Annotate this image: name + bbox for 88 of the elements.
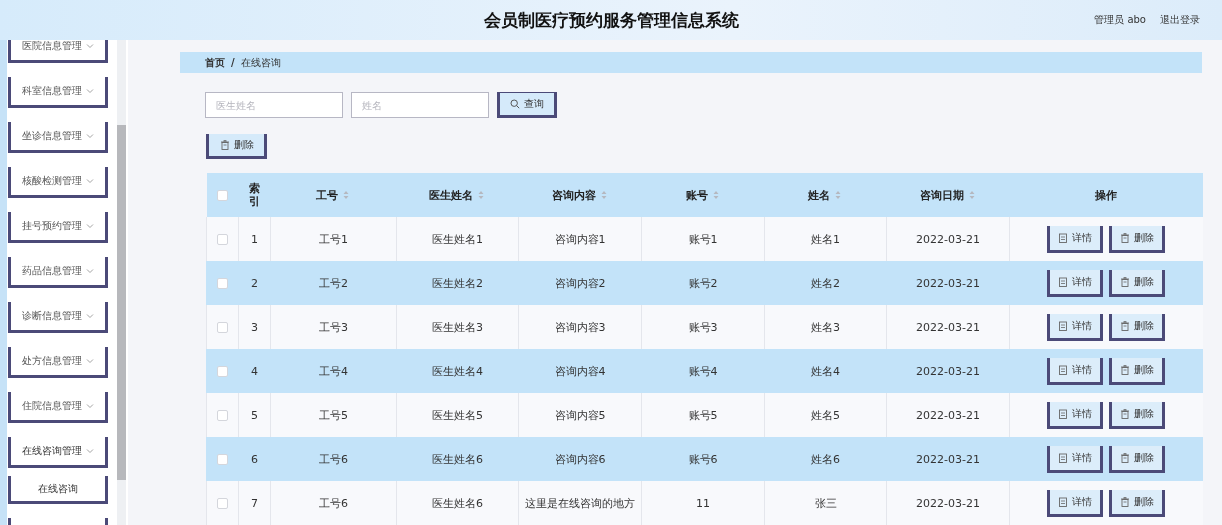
- search-button[interactable]: 查询: [497, 92, 557, 118]
- scrollbar-thumb[interactable]: [117, 125, 126, 480]
- delete-button[interactable]: 删除: [1109, 489, 1166, 517]
- checkbox[interactable]: [217, 366, 228, 377]
- delete-button[interactable]: 删除: [206, 134, 267, 159]
- chevron-icon: [84, 41, 95, 51]
- document-icon: [1058, 320, 1069, 331]
- sidebar-item[interactable]: 处方信息管理: [8, 347, 108, 378]
- sidebar-item[interactable]: 挂号预约管理: [8, 212, 108, 243]
- chevron-icon: [84, 86, 95, 96]
- table-cell: 11: [641, 481, 765, 525]
- checkbox[interactable]: [217, 498, 228, 509]
- table-cell: 2022-03-21: [886, 481, 1010, 525]
- table-cell: 这里是在线咨询的地方: [518, 481, 642, 525]
- sidebar-item[interactable]: 诊断信息管理: [8, 302, 108, 333]
- chevron-icon: [84, 176, 95, 186]
- search-field[interactable]: 姓名: [351, 92, 489, 118]
- detail-button[interactable]: 详情: [1047, 401, 1104, 429]
- document-icon: [1058, 408, 1069, 419]
- delete-button[interactable]: 删除: [1109, 269, 1166, 297]
- chevron-icon: [84, 446, 95, 456]
- checkbox[interactable]: [217, 278, 228, 289]
- column-header[interactable]: 工号: [270, 173, 397, 217]
- trash-icon: [1120, 276, 1131, 287]
- detail-button[interactable]: 详情: [1047, 225, 1104, 253]
- table-cell: 医生姓名6: [396, 481, 519, 525]
- checkbox[interactable]: [217, 234, 228, 245]
- logout-link[interactable]: 退出登录: [1160, 13, 1200, 27]
- sidebar-item[interactable]: 核酸检测管理: [8, 167, 108, 198]
- checkbox[interactable]: [217, 190, 228, 201]
- chevron-icon: [84, 266, 95, 276]
- checkbox[interactable]: [217, 322, 228, 333]
- search-field[interactable]: 医生姓名: [205, 92, 343, 118]
- chevron-icon: [84, 311, 95, 321]
- trash-icon: [219, 140, 230, 150]
- table-cell: 7: [238, 481, 271, 525]
- scrollbar[interactable]: [117, 40, 126, 525]
- delete-button[interactable]: 删除: [1109, 401, 1166, 429]
- column-header[interactable]: 账号: [641, 173, 765, 217]
- sidebar-subitem[interactable]: 在线咨询: [8, 476, 108, 504]
- document-icon: [1058, 232, 1069, 243]
- breadcrumb-separator: /: [231, 57, 235, 68]
- sort-icon: [341, 190, 351, 200]
- sort-icon: [476, 190, 486, 200]
- breadcrumb-link[interactable]: 首页: [205, 55, 225, 70]
- delete-button[interactable]: 删除: [1109, 445, 1166, 473]
- trash-icon: [1120, 364, 1131, 375]
- detail-button[interactable]: 详情: [1047, 357, 1104, 385]
- chevron-icon: [84, 131, 95, 141]
- user-label: 管理员 abo: [1094, 13, 1146, 27]
- sidebar-item[interactable]: 在线咨询管理: [8, 437, 108, 468]
- column-header[interactable]: 姓名: [764, 173, 887, 217]
- sidebar-item[interactable]: 科室信息管理: [8, 77, 108, 108]
- column-header[interactable]: 咨询日期: [886, 173, 1010, 217]
- chevron-icon: [84, 221, 95, 231]
- column-header[interactable]: 医生姓名: [396, 173, 519, 217]
- column-header: 索引: [238, 173, 271, 217]
- detail-button[interactable]: 详情: [1047, 445, 1104, 473]
- chevron-icon: [84, 356, 95, 366]
- detail-button[interactable]: 详情: [1047, 269, 1104, 297]
- document-icon: [1058, 496, 1069, 507]
- checkbox[interactable]: [217, 454, 228, 465]
- chevron-icon: [84, 401, 95, 411]
- detail-button[interactable]: 详情: [1047, 313, 1104, 341]
- app-title: 会员制医疗预约服务管理信息系统: [483, 8, 739, 32]
- table-cell: 工号6: [270, 481, 397, 525]
- sort-icon: [833, 190, 843, 200]
- delete-button[interactable]: 删除: [1109, 313, 1166, 341]
- table-cell: 张三: [764, 481, 887, 525]
- detail-button[interactable]: 详情: [1047, 489, 1104, 517]
- column-header: 操作: [1009, 173, 1203, 217]
- trash-icon: [1120, 452, 1131, 463]
- sidebar-item[interactable]: 住院信息管理: [8, 392, 108, 423]
- checkbox[interactable]: [217, 410, 228, 421]
- document-icon: [1058, 452, 1069, 463]
- column-header[interactable]: 咨询内容: [518, 173, 642, 217]
- trash-icon: [1120, 496, 1131, 507]
- document-icon: [1058, 364, 1069, 375]
- sidebar-item[interactable]: 医院信息管理: [8, 40, 108, 63]
- search-icon: [510, 99, 520, 109]
- trash-icon: [1120, 408, 1131, 419]
- trash-icon: [1120, 320, 1131, 331]
- sidebar-item[interactable]: 坐诊信息管理: [8, 122, 108, 153]
- delete-button[interactable]: 删除: [1109, 225, 1166, 253]
- delete-button[interactable]: 删除: [1109, 357, 1166, 385]
- document-icon: [1058, 276, 1069, 287]
- sidebar-item[interactable]: 药品信息管理: [8, 257, 108, 288]
- trash-icon: [1120, 232, 1131, 243]
